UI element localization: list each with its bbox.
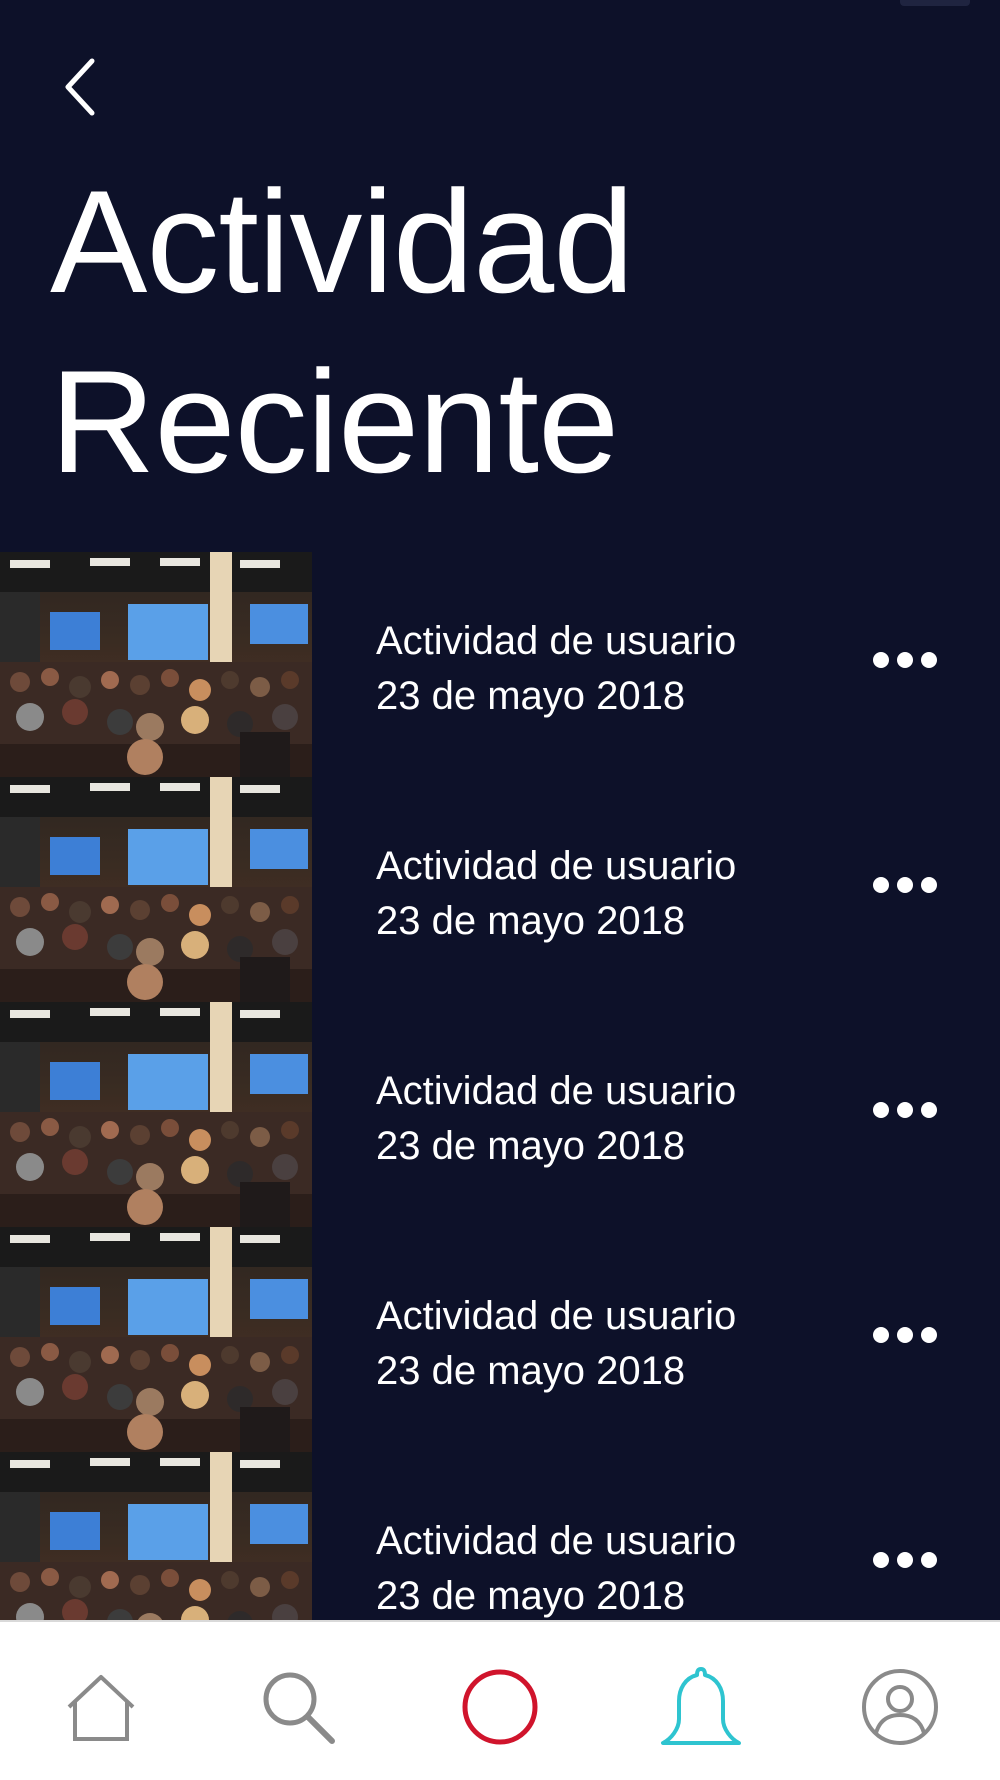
more-horizontal-icon [873,652,937,668]
tab-profile[interactable] [855,1662,945,1752]
conference-photo-image [0,1452,312,1620]
bell-icon [661,1667,741,1745]
activity-title: Actividad de usuario [376,1294,737,1338]
more-horizontal-icon [873,877,937,893]
more-options-button[interactable] [870,865,940,905]
list-item[interactable]: Actividad de usuario 23 de mayo 2018 [0,1002,1000,1227]
chevron-left-icon [65,58,95,116]
activity-title: Actividad de usuario [376,619,737,663]
more-options-button[interactable] [870,1540,940,1580]
back-button[interactable] [55,52,105,122]
activity-date: 23 de mayo 2018 [376,1349,686,1393]
tab-notifications[interactable] [656,1662,746,1752]
more-options-button[interactable] [870,1315,940,1355]
more-options-button[interactable] [870,640,940,680]
search-icon [263,1672,335,1744]
page-title-line1: Actividad [50,160,634,323]
activity-thumbnail [0,1452,312,1620]
list-item[interactable]: Actividad de usuario 23 de mayo 2018 [0,1227,1000,1452]
more-horizontal-icon [873,1102,937,1118]
list-item[interactable]: Actividad de usuario 23 de mayo 2018 [0,1452,1000,1620]
conference-photo-image [0,1002,312,1227]
activity-text: Actividad de usuario 23 de mayo 2018 [376,1514,736,1620]
activity-thumbnail [0,552,312,777]
tab-search[interactable] [253,1662,343,1752]
activity-title: Actividad de usuario [376,1519,737,1563]
more-horizontal-icon [873,1552,937,1568]
page-title-line2: Reciente [50,340,619,503]
activity-text: Actividad de usuario 23 de mayo 2018 [376,839,736,949]
activity-title: Actividad de usuario [376,844,737,888]
activity-date: 23 de mayo 2018 [376,1574,686,1618]
conference-photo-image [0,552,312,777]
activity-date: 23 de mayo 2018 [376,1124,686,1168]
page-title: Actividad Reciente [50,152,634,512]
activity-thumbnail [0,777,312,1002]
header: Actividad Reciente [0,0,1000,552]
activity-text: Actividad de usuario 23 de mayo 2018 [376,1064,736,1174]
tab-home[interactable] [56,1662,146,1752]
bottom-tab-bar [0,1620,1000,1780]
more-options-button[interactable] [870,1090,940,1130]
activity-thumbnail [0,1227,312,1452]
tab-record[interactable] [455,1662,545,1752]
activity-text: Actividad de usuario 23 de mayo 2018 [376,1289,736,1399]
conference-photo-image [0,777,312,1002]
list-item[interactable]: Actividad de usuario 23 de mayo 2018 [0,777,1000,1002]
activity-thumbnail [0,1002,312,1227]
more-horizontal-icon [873,1327,937,1343]
activity-date: 23 de mayo 2018 [376,674,686,718]
home-icon [67,1675,135,1741]
profile-icon [862,1669,938,1745]
list-item[interactable]: Actividad de usuario 23 de mayo 2018 [0,552,1000,777]
activity-title: Actividad de usuario [376,1069,737,1113]
conference-photo-image [0,1227,312,1452]
activity-date: 23 de mayo 2018 [376,899,686,943]
activity-text: Actividad de usuario 23 de mayo 2018 [376,614,736,724]
record-circle-icon [462,1669,538,1745]
activity-list: Actividad de usuario 23 de mayo 2018 Act… [0,552,1000,1620]
